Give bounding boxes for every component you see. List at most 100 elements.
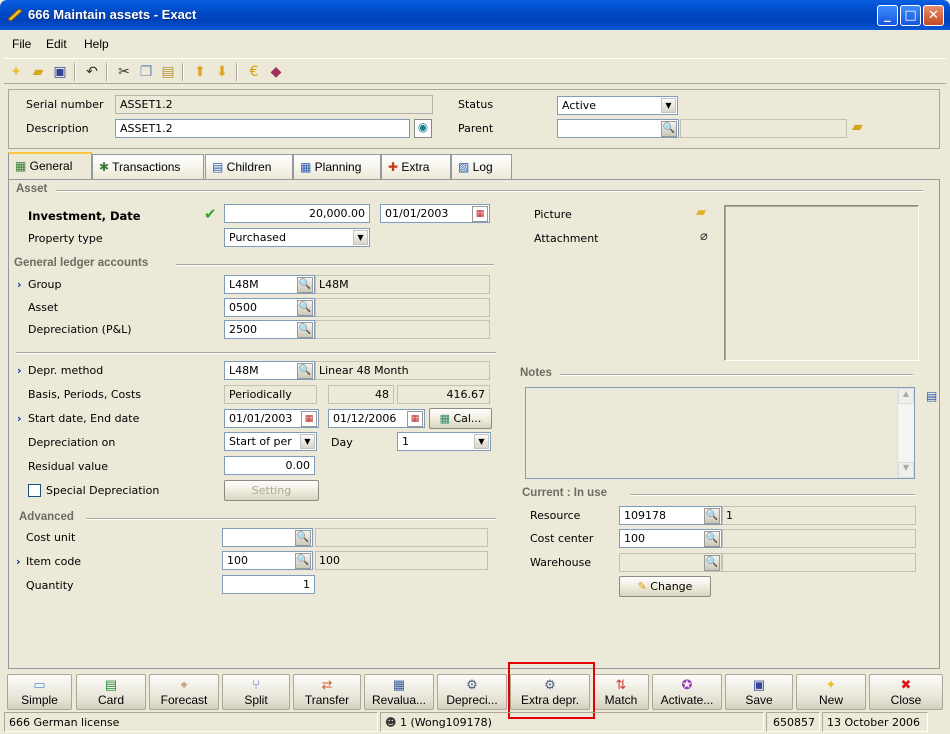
change-button[interactable]: ✎ Change (619, 576, 711, 597)
serial-number-field: ASSET1.2 (115, 95, 433, 114)
scroll-up-icon[interactable]: ▲ (898, 388, 914, 404)
tab-extra[interactable]: ✚ Extra (381, 154, 451, 179)
resource-lookup-icon[interactable]: 🔍 (704, 508, 720, 524)
cost-unit-description (315, 528, 488, 547)
status-date: 13 October 2006 (822, 712, 928, 732)
app-icon (7, 7, 23, 23)
children-tab-icon: ▤ (212, 160, 227, 174)
activate-button[interactable]: ✪ Activate... (652, 674, 722, 710)
transfer-icon: ⇄ (321, 677, 333, 692)
match-button[interactable]: ⇅ Match (593, 674, 649, 710)
tab-general[interactable]: ▦ General (8, 152, 92, 179)
tab-log-label: Log (472, 160, 493, 174)
cut-icon[interactable]: ✂ (114, 62, 134, 82)
section-divider (56, 190, 923, 192)
tab-planning[interactable]: ▦ Planning (293, 154, 381, 179)
simple-button[interactable]: ▭ Simple (7, 674, 72, 710)
previous-icon[interactable]: ⬆ (190, 62, 210, 82)
parent-lookup-icon[interactable]: 🔍 (661, 121, 677, 137)
picture-box[interactable] (724, 205, 919, 361)
menu-help[interactable]: Help (84, 37, 109, 51)
calendar-icon[interactable]: ▦ (407, 411, 423, 427)
book-icon[interactable]: ◆ (266, 62, 286, 82)
chevron-down-icon[interactable]: ▼ (474, 434, 489, 449)
open-folder-icon[interactable]: ▰ (696, 205, 706, 220)
notes-document-icon[interactable]: ▤ (926, 389, 937, 403)
minimize-button[interactable]: _ (877, 5, 898, 26)
cost-unit-lookup-icon[interactable]: 🔍 (295, 530, 311, 546)
notes-scrollbar[interactable]: ▲ ▼ (897, 388, 914, 478)
close-button[interactable]: ✖ Close (869, 674, 943, 710)
cost-center-lookup-icon[interactable]: 🔍 (704, 531, 720, 547)
paste-icon[interactable]: ▤ (158, 62, 178, 82)
undo-icon[interactable]: ↶ (82, 62, 102, 82)
setting-button[interactable]: Setting (224, 480, 319, 501)
tab-transactions[interactable]: ✱ Transactions (92, 154, 204, 179)
revaluation-button[interactable]: ▦ Revalua... (364, 674, 434, 710)
day-select[interactable]: 1 ▼ (397, 432, 491, 451)
transfer-button[interactable]: ⇄ Transfer (293, 674, 361, 710)
section-divider (16, 352, 496, 354)
simple-button-label: Simple (21, 693, 58, 707)
open-folder-icon[interactable]: ▰ (28, 62, 48, 82)
property-type-value: Purchased (229, 231, 286, 244)
gears-icon: ⚙ (466, 677, 478, 692)
special-depreciation-checkbox[interactable] (28, 484, 41, 497)
tab-children[interactable]: ▤ Children (205, 154, 293, 179)
depreciation-pl-lookup-icon[interactable]: 🔍 (297, 322, 313, 338)
quantity-label: Quantity (26, 579, 74, 592)
calendar-icon[interactable]: ▦ (301, 411, 317, 427)
highlight-box (508, 662, 595, 719)
chevron-down-icon[interactable]: ▼ (661, 98, 676, 113)
scroll-down-icon[interactable]: ▼ (898, 462, 914, 478)
quantity-field[interactable]: 1 (222, 575, 315, 594)
chevron-down-icon[interactable]: ▼ (300, 434, 315, 449)
property-type-select[interactable]: Purchased ▼ (224, 228, 370, 247)
attachment-label: Attachment (534, 232, 599, 245)
description-field[interactable]: ASSET1.2 (115, 119, 410, 138)
card-button[interactable]: ▤ Card (76, 674, 146, 710)
paperclip-icon[interactable]: ⌀ (700, 229, 708, 244)
next-icon[interactable]: ⬇ (212, 62, 232, 82)
calculator-icon: ▦ (439, 412, 454, 425)
status-select[interactable]: Active ▼ (557, 96, 678, 115)
cost-center-description (722, 529, 916, 548)
open-folder-icon[interactable]: ▰ (852, 119, 863, 135)
chevron-down-icon[interactable]: ▼ (353, 230, 368, 245)
section-divider (86, 518, 496, 520)
menu-file[interactable]: File (12, 37, 31, 51)
depr-method-lookup-icon[interactable]: 🔍 (297, 363, 313, 379)
toolbar-divider (106, 63, 108, 81)
split-button[interactable]: ⑂ Split (222, 674, 290, 710)
warehouse-lookup-icon[interactable]: 🔍 (704, 555, 720, 571)
calculate-button[interactable]: ▦ Cal... (429, 408, 492, 429)
transactions-tab-icon: ✱ (99, 160, 113, 174)
residual-value-field[interactable]: 0.00 (224, 456, 315, 475)
group-lookup-icon[interactable]: 🔍 (297, 277, 313, 293)
item-code-lookup-icon[interactable]: 🔍 (295, 553, 311, 569)
card-button-label: Card (97, 693, 124, 707)
start-end-date-label: Start date, End date (28, 412, 140, 425)
translate-globe-icon[interactable]: ◉ (414, 119, 432, 138)
notes-textarea[interactable]: ▲ ▼ (525, 387, 915, 479)
depreciation-on-select[interactable]: Start of per ▼ (224, 432, 317, 451)
new-button[interactable]: ✦ New (796, 674, 866, 710)
asset-account-lookup-icon[interactable]: 🔍 (297, 300, 313, 316)
save-button[interactable]: ▣ Save (725, 674, 793, 710)
calendar-icon[interactable]: ▦ (472, 206, 488, 222)
menu-edit[interactable]: Edit (46, 37, 67, 51)
calculate-button-label: Cal... (453, 412, 482, 425)
forecast-button[interactable]: ⌖ Forecast (149, 674, 219, 710)
copy-icon[interactable]: ❐ (136, 62, 156, 82)
euro-icon[interactable]: € (244, 62, 264, 82)
save-icon[interactable]: ▣ (50, 62, 70, 82)
investment-amount-field[interactable]: 20,000.00 (224, 204, 370, 223)
depreciation-button[interactable]: ⚙ Depreci... (437, 674, 507, 710)
new-button-label: New (818, 693, 843, 707)
tab-log[interactable]: ▨ Log (451, 154, 512, 179)
notes-section-title: Notes (520, 367, 552, 379)
new-file-icon[interactable]: ✦ (6, 62, 26, 82)
card-icon: ▤ (104, 677, 118, 692)
maximize-button[interactable]: □ (900, 5, 921, 26)
close-window-button[interactable]: ✕ (923, 5, 944, 26)
